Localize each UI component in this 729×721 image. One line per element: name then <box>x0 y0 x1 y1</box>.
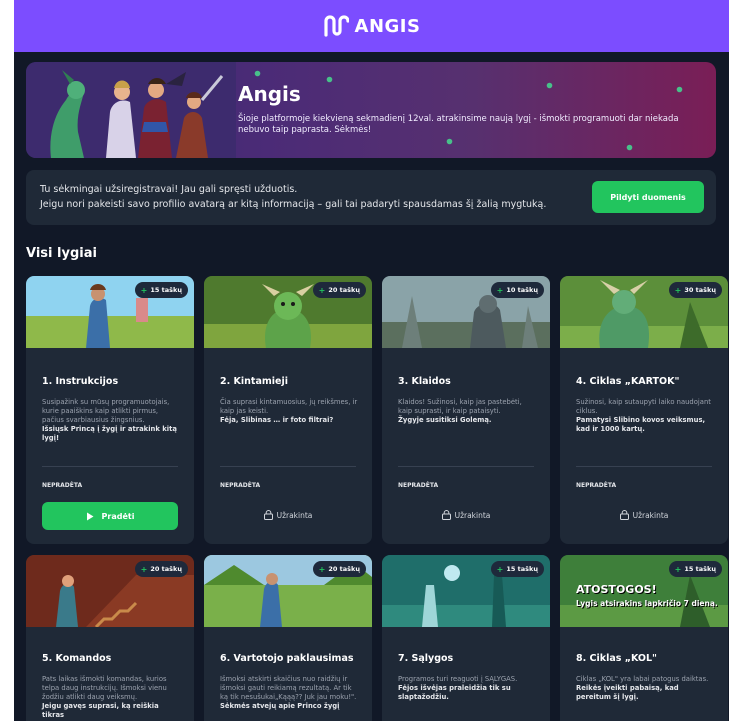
status-label: NEPRADĖTA <box>42 482 83 489</box>
level-description: Išmoksi atskirti skaičius nuo raidžių ir… <box>220 675 357 710</box>
vacation-banner-title: ATOSTOGOS! <box>576 583 657 596</box>
level-cta: Jeigu gavęs suprasi, ką reiškia tikras <box>42 702 159 719</box>
notice-line-2: Jeigu nori pakeisti savo profilio avatar… <box>40 199 547 210</box>
level-description: Programos turi reaguoti į SĄLYGAS. Fėjos… <box>398 675 536 702</box>
points-badge: +10 taškų <box>490 282 544 298</box>
status-label: NEPRADĖTA <box>398 482 439 489</box>
hero-title: Angis <box>238 82 301 106</box>
divider <box>398 466 534 467</box>
level-card-1[interactable]: +15 taškų 1. Instrukcijos Susipažink su … <box>26 276 194 544</box>
hero-banner: Angis Šioje platformoje kiekvieną sekmad… <box>26 62 716 158</box>
logo[interactable]: ANGIS <box>323 15 421 37</box>
status-label: NEPRADĖTA <box>220 482 261 489</box>
points-badge: +20 taškų <box>134 561 188 577</box>
level-cta: Reikės įveikti pabaisą, kad pereitum šį … <box>576 684 679 701</box>
level-description: Ciklas „KOL" yra labai patogus daiktas. … <box>576 675 714 702</box>
level-description: Sužinosi, kaip sutaupyti laiko naudojant… <box>576 398 714 434</box>
points-badge: +15 taškų <box>668 561 722 577</box>
level-card-3[interactable]: +10 taškų 3. Klaidos Klaidos! Sužinosi, … <box>382 276 550 544</box>
level-title: 3. Klaidos <box>398 376 451 387</box>
vacation-banner-subtitle: Lygis atsirakins lapkričio 7 dieną. <box>576 599 718 608</box>
locked-indicator: Užrakinta <box>382 510 550 520</box>
lock-icon <box>441 510 451 520</box>
level-card-8[interactable]: ATOSTOGOS! Lygis atsirakins lapkričio 7 … <box>560 555 728 721</box>
level-cta: Išsiųsk Princą į žygį ir atrakink kitą l… <box>42 425 177 442</box>
points-badge: +15 taškų <box>134 282 188 298</box>
level-cta: Fėjos išvėjas praleidžia tik su slaptažo… <box>398 684 511 701</box>
level-title: 1. Instrukcijos <box>42 376 119 387</box>
clover-icon <box>446 138 453 145</box>
locked-label: Užrakinta <box>276 510 313 520</box>
divider <box>220 466 356 467</box>
level-card-2[interactable]: +20 taškų 2. Kintamieji Čia suprasi kint… <box>204 276 372 544</box>
clover-icon <box>626 144 633 151</box>
start-level-button[interactable]: Pradėti <box>42 502 178 530</box>
level-cta: Fėja, Slibinas … ir foto filtrai? <box>220 416 334 424</box>
points-badge: +20 taškų <box>312 561 366 577</box>
notice-line-1: Tu sėkmingai užsiregistravai! Jau gali s… <box>40 184 298 195</box>
hero-characters-illustration <box>26 62 236 158</box>
app-window: ANGIS Angis Šioje platformoje kiekvieną … <box>14 0 729 721</box>
levels-section-title: Visi lygiai <box>26 246 97 261</box>
registration-notice: Tu sėkmingai užsiregistravai! Jau gali s… <box>26 170 716 225</box>
points-badge: +30 taškų <box>668 282 722 298</box>
locked-indicator: Užrakinta <box>560 510 728 520</box>
locked-label: Užrakinta <box>454 510 491 520</box>
lock-icon <box>619 510 629 520</box>
points-badge: +20 taškų <box>312 282 366 298</box>
clover-icon <box>254 70 261 77</box>
level-title: 8. Ciklas „KOL" <box>576 653 657 664</box>
locked-indicator: Užrakinta <box>204 510 372 520</box>
level-description: Klaidos! Sužinosi, kaip jas pastebėti, k… <box>398 398 536 425</box>
level-description: Susipažink su mūsų programuotojais, kuri… <box>42 398 180 443</box>
level-title: 6. Vartotojo paklausimas <box>220 653 354 664</box>
fill-profile-button[interactable]: Pildyti duomenis <box>592 181 704 213</box>
divider <box>42 466 178 467</box>
level-title: 7. Sąlygos <box>398 653 454 664</box>
play-icon <box>86 512 94 520</box>
level-cta: Pamatysi Slibino kovos veiksmus, kad ir … <box>576 416 706 433</box>
level-card-4[interactable]: +30 taškų 4. Ciklas „KARTOK" Sužinosi, k… <box>560 276 728 544</box>
level-title: 2. Kintamieji <box>220 376 288 387</box>
clover-icon <box>546 82 553 89</box>
top-bar: ANGIS <box>14 0 729 52</box>
hero-description: Šioje platformoje kiekvieną sekmadienį 1… <box>238 114 679 135</box>
level-card-7[interactable]: +15 taškų 7. Sąlygos Programos turi reag… <box>382 555 550 721</box>
start-label: Pradėti <box>101 511 135 521</box>
points-badge: +15 taškų <box>490 561 544 577</box>
level-description: Čia suprasi kintamuosius, jų reikšmes, i… <box>220 398 358 424</box>
clover-icon <box>326 76 333 83</box>
notice-text: Tu sėkmingai užsiregistravai! Jau gali s… <box>40 182 546 212</box>
logo-text: ANGIS <box>354 15 421 37</box>
clover-icon <box>676 86 683 93</box>
level-cta: Žygyje susitiksi Golemą. <box>398 416 492 424</box>
level-card-6[interactable]: +20 taškų 6. Vartotojo paklausimas Išmok… <box>204 555 372 721</box>
lock-icon <box>263 510 273 520</box>
level-description: Pats laikas išmokti komandas, kurios tel… <box>42 675 180 720</box>
divider <box>576 466 712 467</box>
level-card-5[interactable]: +20 taškų 5. Komandos Pats laikas išmokt… <box>26 555 194 721</box>
status-label: NEPRADĖTA <box>576 482 617 489</box>
level-cta: Sėkmės atvejų apie Princo žygį <box>220 702 340 710</box>
locked-label: Užrakinta <box>632 510 669 520</box>
level-title: 5. Komandos <box>42 653 112 664</box>
angis-snake-logo-icon <box>323 15 349 37</box>
level-title: 4. Ciklas „KARTOK" <box>576 376 680 387</box>
